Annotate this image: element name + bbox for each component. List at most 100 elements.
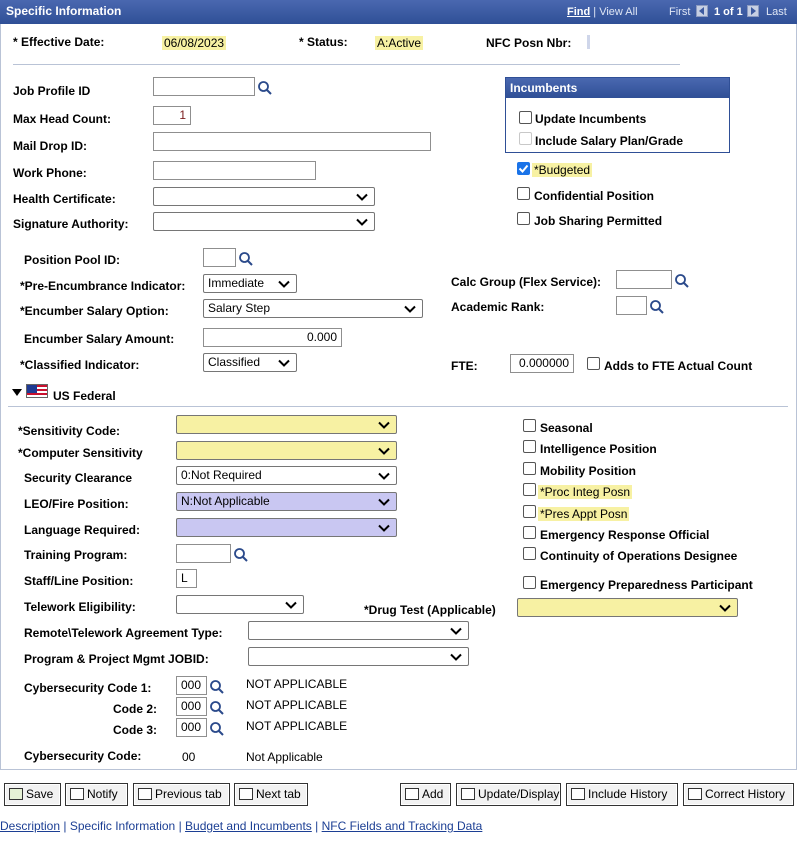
sig-auth-label: Signature Authority:	[13, 217, 129, 231]
sensitivity-select[interactable]	[176, 415, 397, 434]
job-profile-input[interactable]	[153, 77, 255, 96]
add-button[interactable]: Add	[400, 783, 451, 806]
pres-appt-checkbox[interactable]	[523, 505, 536, 518]
chevron-down-icon	[378, 472, 390, 480]
seasonal-checkbox[interactable]	[523, 419, 536, 432]
emergency-response-label: Emergency Response Official	[540, 528, 710, 542]
calc-group-label: Calc Group (Flex Service):	[451, 275, 602, 289]
correct-history-button[interactable]: Correct History	[683, 783, 794, 806]
nfc-posn-value	[587, 35, 590, 49]
fte-input[interactable]: 0.000000	[510, 354, 574, 373]
cyber1-input[interactable]: 000	[176, 676, 207, 695]
section-title: Specific Information	[6, 4, 122, 18]
remote-select[interactable]	[248, 621, 469, 640]
status-label: * Status:	[299, 35, 348, 49]
intelligence-label: Intelligence Position	[540, 442, 657, 456]
telework-select[interactable]	[176, 595, 304, 614]
mobility-checkbox[interactable]	[523, 462, 536, 475]
pool-input[interactable]	[203, 248, 236, 267]
next-tab-button[interactable]: Next tab	[234, 783, 308, 806]
drug-test-select[interactable]	[517, 598, 738, 617]
search-icon[interactable]	[233, 547, 249, 563]
first-arrow-icon[interactable]	[696, 5, 708, 17]
language-select[interactable]	[176, 518, 397, 537]
seasonal-label: Seasonal	[540, 421, 593, 435]
adds-fte-checkbox[interactable]	[587, 357, 600, 370]
update-incumbents-checkbox[interactable]	[519, 111, 532, 124]
confidential-label: Confidential Position	[534, 189, 654, 203]
cyber3-input[interactable]: 000	[176, 718, 207, 737]
cyber1-label: Cybersecurity Code 1:	[24, 681, 152, 695]
calc-group-input[interactable]	[616, 270, 672, 289]
enc-sal-opt-select[interactable]: Salary Step	[203, 299, 423, 318]
grid-nav: Find | View All	[567, 6, 638, 18]
health-cert-label: Health Certificate:	[13, 192, 116, 206]
training-input[interactable]	[176, 544, 231, 563]
security-select[interactable]: 0:Not Required	[176, 466, 397, 485]
link-budget-incumbents[interactable]: Budget and Incumbents	[185, 819, 312, 833]
ppm-select[interactable]	[248, 647, 469, 666]
search-icon[interactable]	[649, 299, 665, 315]
first-link[interactable]: First	[669, 6, 690, 18]
search-icon[interactable]	[257, 80, 273, 96]
chevron-down-icon	[356, 218, 368, 226]
proc-integ-label: *Proc Integ Posn	[538, 485, 633, 499]
emergency-prep-checkbox[interactable]	[523, 576, 536, 589]
classified-select[interactable]: Classified	[203, 353, 297, 372]
collapse-triangle-icon[interactable]	[12, 389, 22, 397]
find-link[interactable]: Find	[567, 6, 590, 18]
link-description[interactable]: Description	[0, 819, 60, 833]
us-federal-label[interactable]: US Federal	[53, 389, 116, 403]
notify-button[interactable]: Notify	[65, 783, 128, 806]
add-icon	[405, 788, 419, 800]
chevron-down-icon	[378, 524, 390, 532]
search-icon[interactable]	[238, 251, 254, 267]
continuity-label: Continuity of Operations Designee	[540, 549, 738, 563]
search-icon[interactable]	[209, 679, 225, 695]
sig-auth-select[interactable]	[153, 212, 375, 231]
proc-integ-checkbox[interactable]	[523, 483, 536, 496]
effective-date-value: 06/08/2023	[162, 36, 227, 50]
mail-drop-input[interactable]	[153, 132, 431, 151]
search-icon[interactable]	[674, 273, 690, 289]
continuity-checkbox[interactable]	[523, 547, 536, 560]
work-phone-input[interactable]	[153, 161, 316, 180]
adds-fte-label: Adds to FTE Actual Count	[604, 359, 753, 373]
include-history-button[interactable]: Include History	[566, 783, 678, 806]
history-icon	[571, 788, 585, 800]
intelligence-checkbox[interactable]	[523, 440, 536, 453]
enc-sal-amt-input[interactable]: 0.000	[203, 328, 342, 347]
computer-sensitivity-label: *Computer Sensitivity	[18, 446, 143, 460]
chevron-down-icon	[278, 359, 290, 367]
emergency-response-checkbox[interactable]	[523, 526, 536, 539]
search-icon[interactable]	[209, 721, 225, 737]
link-nfc-fields[interactable]: NFC Fields and Tracking Data	[322, 819, 483, 833]
max-head-input[interactable]: 1	[153, 106, 191, 125]
pre-enc-select[interactable]: Immediate	[203, 274, 297, 293]
last-arrow-icon[interactable]	[747, 5, 759, 17]
academic-input[interactable]	[616, 296, 647, 315]
staff-line-input[interactable]: L	[176, 569, 197, 588]
view-all-link[interactable]: View All	[599, 6, 637, 18]
search-icon[interactable]	[209, 700, 225, 716]
cyber2-desc: NOT APPLICABLE	[246, 698, 348, 712]
confidential-checkbox[interactable]	[517, 187, 530, 200]
job-sharing-checkbox[interactable]	[517, 212, 530, 225]
update-display-button[interactable]: Update/Display	[456, 783, 561, 806]
language-label: Language Required:	[24, 523, 141, 537]
page-tabs-links: Description | Specific Information | Bud…	[0, 819, 483, 833]
leo-label: LEO/Fire Position:	[24, 497, 129, 511]
save-button[interactable]: Save	[4, 783, 61, 806]
last-link[interactable]: Last	[766, 6, 787, 18]
cyber-code-label: Cybersecurity Code:	[24, 749, 142, 763]
budgeted-checkbox[interactable]	[517, 162, 530, 175]
nfc-posn-label: NFC Posn Nbr:	[486, 36, 572, 50]
computer-sensitivity-select[interactable]	[176, 441, 397, 460]
leo-select[interactable]: N:Not Applicable	[176, 492, 397, 511]
max-head-label: Max Head Count:	[13, 112, 112, 126]
cyber3-desc: NOT APPLICABLE	[246, 719, 348, 733]
previous-tab-button[interactable]: Previous tab	[133, 783, 230, 806]
include-salary-checkbox	[519, 132, 532, 145]
health-cert-select[interactable]	[153, 187, 375, 206]
cyber2-input[interactable]: 000	[176, 697, 207, 716]
